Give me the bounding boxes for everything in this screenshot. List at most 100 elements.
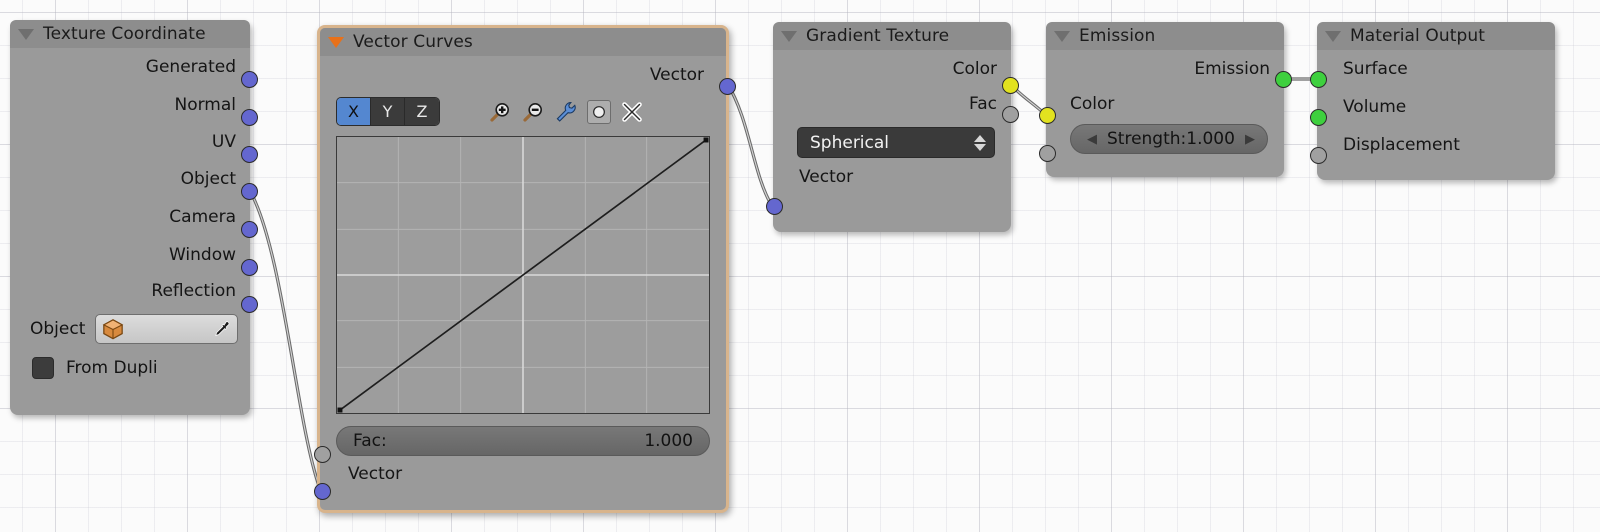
curve-tool-buttons[interactable]: [488, 99, 644, 124]
node-header-gradient-texture[interactable]: Gradient Texture: [773, 22, 1011, 50]
socket-in-volume[interactable]: [1310, 109, 1327, 126]
input-row-vector[interactable]: Vector: [773, 158, 1011, 196]
input-label-surface: Surface: [1343, 59, 1408, 79]
node-emission[interactable]: Emission Emission Color ◀ Strength: 1.00…: [1039, 22, 1292, 177]
node-body-vector-curves: Vector X Y Z Fac: 1.000 Vector: [320, 56, 726, 500]
zoom-out-icon[interactable]: [521, 100, 545, 124]
node-material-output[interactable]: Material Output Surface Volume Displacem…: [1310, 22, 1555, 180]
socket-in-color[interactable]: [1039, 107, 1056, 124]
node-editor-canvas[interactable]: Texture Coordinate Generated Normal UV O…: [0, 0, 1600, 532]
object-field-row[interactable]: Object: [10, 308, 250, 344]
curve-graph[interactable]: [337, 137, 709, 413]
node-header-emission[interactable]: Emission: [1046, 22, 1284, 50]
collapse-triangle-icon[interactable]: [1054, 30, 1070, 42]
output-row-emission[interactable]: Emission: [1046, 50, 1284, 88]
socket-out-reflection[interactable]: [241, 296, 258, 313]
strength-slider[interactable]: ◀ Strength: 1.000 ▶: [1070, 124, 1268, 154]
strength-label: Strength:: [1107, 129, 1187, 149]
chevron-left-icon[interactable]: ◀: [1087, 132, 1097, 147]
delete-icon[interactable]: [620, 100, 644, 124]
socket-in-vector[interactable]: [766, 198, 783, 215]
socket-in-vector[interactable]: [314, 483, 331, 500]
input-label-vector: Vector: [799, 167, 854, 187]
from-dupli-label: From Dupli: [66, 358, 158, 378]
zoom-in-icon[interactable]: [488, 100, 512, 124]
output-label-vector: Vector: [649, 65, 704, 85]
gradient-type-dropdown[interactable]: Spherical: [797, 127, 995, 158]
collapse-triangle-icon[interactable]: [1325, 30, 1341, 42]
output-label-normal: Normal: [174, 95, 236, 115]
from-dupli-checkbox[interactable]: [32, 357, 54, 379]
socket-out-normal[interactable]: [241, 109, 258, 126]
output-row-color[interactable]: Color: [773, 50, 1011, 88]
collapse-triangle-icon[interactable]: [328, 36, 344, 48]
collapse-triangle-icon[interactable]: [18, 28, 34, 40]
node-header-material-output[interactable]: Material Output: [1317, 22, 1555, 50]
socket-out-object[interactable]: [241, 183, 258, 200]
output-row-vector[interactable]: Vector: [320, 56, 726, 94]
output-label-reflection: Reflection: [151, 281, 236, 301]
curve-mapping-widget[interactable]: [336, 136, 710, 414]
fac-slider[interactable]: Fac: 1.000: [336, 426, 710, 456]
output-row-window[interactable]: Window: [10, 236, 250, 274]
socket-out-camera[interactable]: [241, 221, 258, 238]
output-label-generated: Generated: [145, 57, 236, 77]
axis-tab-x[interactable]: X: [337, 98, 371, 125]
socket-out-uv[interactable]: [241, 146, 258, 163]
output-label-window: Window: [168, 245, 236, 265]
output-label-emission: Emission: [1194, 59, 1270, 79]
eyedropper-icon[interactable]: [211, 319, 231, 339]
node-title: Material Output: [1350, 26, 1486, 46]
socket-in-displacement[interactable]: [1310, 147, 1327, 164]
output-row-normal[interactable]: Normal: [10, 86, 250, 124]
socket-out-generated[interactable]: [241, 71, 258, 88]
input-row-surface[interactable]: Surface: [1317, 50, 1555, 88]
output-row-camera[interactable]: Camera: [10, 198, 250, 236]
input-row-displacement[interactable]: Displacement: [1317, 126, 1555, 164]
object-field-input[interactable]: [95, 314, 238, 344]
output-row-object[interactable]: Object: [10, 160, 250, 198]
node-title: Texture Coordinate: [43, 24, 206, 44]
socket-out-fac[interactable]: [1002, 106, 1019, 123]
socket-in-surface[interactable]: [1310, 71, 1327, 88]
chevron-updown-icon[interactable]: [974, 134, 986, 151]
link-object-to-vectorcurves: [248, 190, 321, 487]
node-vector-curves[interactable]: Vector Curves Vector X Y Z Fac: 1.000 Ve…: [314, 25, 736, 513]
curve-toolbar[interactable]: X Y Z: [320, 94, 726, 126]
strength-value: 1.000: [1186, 129, 1235, 149]
axis-tab-y[interactable]: Y: [371, 98, 405, 125]
output-row-uv[interactable]: UV: [10, 124, 250, 160]
node-title: Vector Curves: [353, 32, 473, 52]
input-row-color[interactable]: Color: [1046, 88, 1284, 120]
axis-tab-z[interactable]: Z: [405, 98, 439, 125]
input-row-vector[interactable]: Vector: [320, 456, 726, 492]
socket-out-emission[interactable]: [1275, 71, 1292, 88]
node-body-gradient-texture: Color Fac Spherical Vector: [773, 50, 1011, 204]
fac-label: Fac:: [353, 431, 387, 451]
collapse-triangle-icon[interactable]: [781, 30, 797, 42]
node-gradient-texture[interactable]: Gradient Texture Color Fac Spherical Vec…: [766, 22, 1019, 232]
node-texture-coordinate[interactable]: Texture Coordinate Generated Normal UV O…: [10, 20, 258, 415]
output-row-reflection[interactable]: Reflection: [10, 274, 250, 308]
gradient-type-value: Spherical: [810, 132, 890, 153]
socket-out-color[interactable]: [1002, 77, 1019, 94]
socket-out-vector[interactable]: [719, 78, 736, 95]
clipping-toggle-icon[interactable]: [587, 99, 611, 124]
output-row-generated[interactable]: Generated: [10, 48, 250, 86]
input-row-volume[interactable]: Volume: [1317, 88, 1555, 126]
chevron-right-icon[interactable]: ▶: [1245, 132, 1255, 147]
link-vectorcurves-to-gradient: [725, 82, 774, 207]
node-title: Emission: [1079, 26, 1156, 46]
output-row-fac[interactable]: Fac: [773, 88, 1011, 120]
socket-out-window[interactable]: [241, 259, 258, 276]
node-header-texture-coordinate[interactable]: Texture Coordinate: [10, 20, 250, 48]
cube-icon: [103, 319, 124, 340]
socket-in-strength[interactable]: [1039, 145, 1056, 162]
socket-in-fac[interactable]: [314, 446, 331, 463]
wrench-icon[interactable]: [554, 100, 578, 124]
node-header-vector-curves[interactable]: Vector Curves: [320, 28, 726, 56]
from-dupli-row[interactable]: From Dupli: [10, 344, 250, 379]
input-label-displacement: Displacement: [1343, 135, 1460, 155]
axis-tab-group[interactable]: X Y Z: [336, 97, 440, 126]
input-label-vector: Vector: [348, 464, 403, 484]
